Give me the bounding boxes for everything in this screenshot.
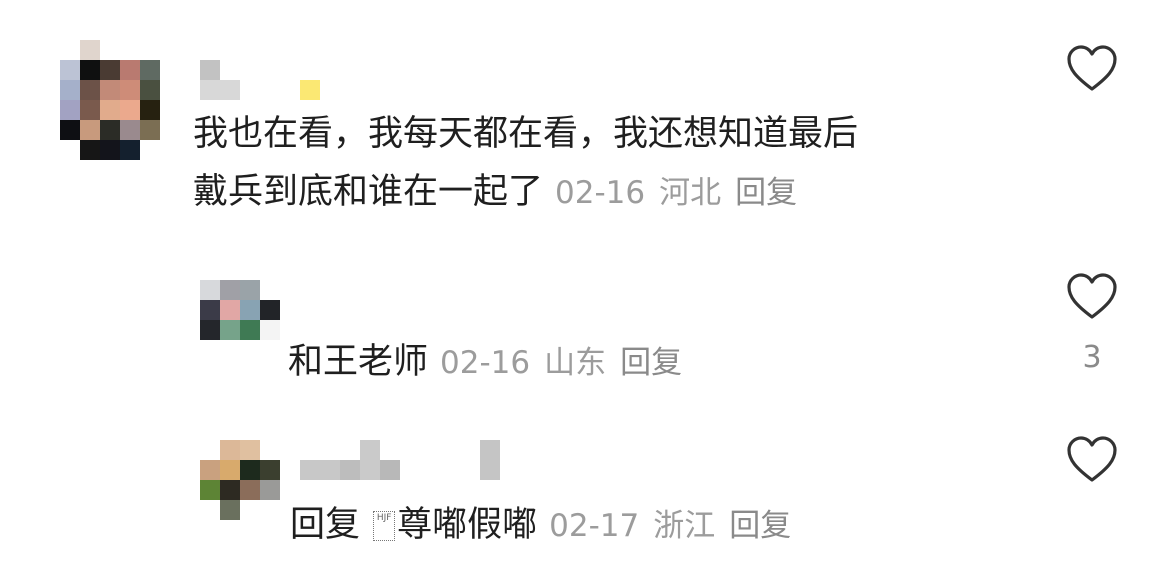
comment-text-line2: 戴兵到底和谁在一起了 [193, 172, 544, 212]
comment-meta: 02-16 山东 回复 [440, 345, 696, 381]
like-button[interactable] [1066, 436, 1118, 484]
reply-button[interactable]: 回复 [620, 345, 682, 381]
comment-location: 河北 [659, 175, 722, 211]
avatar[interactable] [200, 280, 280, 360]
username-blurred[interactable] [200, 60, 330, 100]
avatar[interactable] [200, 440, 280, 520]
like-button[interactable] [1066, 45, 1118, 93]
missing-glyph-box: HJF [373, 511, 396, 541]
comment-location: 浙江 [653, 508, 716, 544]
comment-meta: 02-17 浙江 回复 [549, 508, 805, 544]
heart-outline-icon [1067, 436, 1117, 482]
comment-text: 我也在看，我每天都在看，我还想知道最后 戴兵到底和谁在一起了 02-16 河北 回复 [193, 105, 1063, 222]
username-blurred[interactable] [300, 440, 510, 480]
reply-prefix: 回复 [290, 505, 361, 545]
comment-location: 山东 [544, 345, 607, 381]
avatar[interactable] [60, 40, 160, 160]
reply-button[interactable]: 回复 [729, 508, 791, 544]
reply-button[interactable]: 回复 [735, 175, 797, 211]
comment-body: 和王老师 [288, 342, 429, 382]
comment-text: 和王老师 02-16 山东 回复 [288, 333, 1048, 392]
heart-outline-icon [1067, 273, 1117, 319]
like-button[interactable] [1066, 273, 1118, 321]
comment-text: 回复 HJF 尊嘟假嘟 02-17 浙江 回复 [290, 496, 1050, 555]
heart-outline-icon [1067, 45, 1117, 91]
comment-date: 02-16 [555, 175, 646, 211]
comment-text-line1: 我也在看，我每天都在看，我还想知道最后 [193, 114, 859, 154]
like-count: 3 [1082, 340, 1102, 375]
comment-meta: 02-16 河北 回复 [555, 175, 811, 211]
comment-date: 02-16 [440, 345, 531, 381]
comment-body: 尊嘟假嘟 [397, 505, 538, 545]
comment-date: 02-17 [549, 508, 640, 544]
